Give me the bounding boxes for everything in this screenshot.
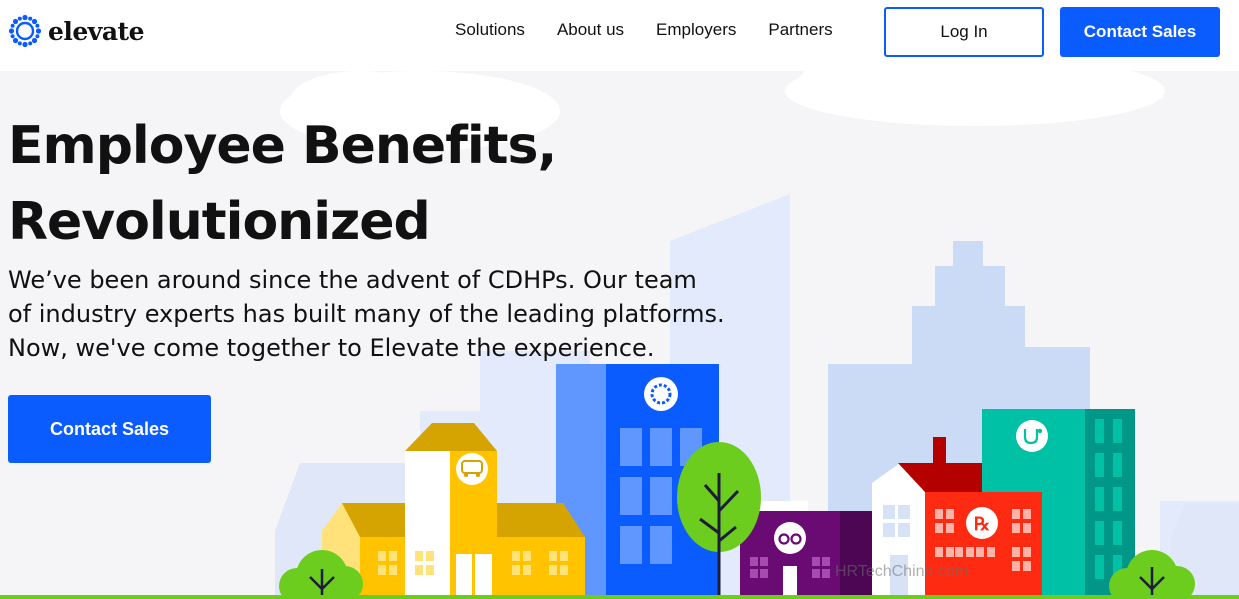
hero-title: Employee Benefits, Revolutionized (8, 108, 557, 260)
top-navbar: elevate Solutions About us Employers Par… (0, 0, 1239, 71)
contact-sales-hero-button[interactable]: Contact Sales (8, 395, 211, 463)
rx-icon: ℞ (974, 514, 990, 534)
hero-description: We’ve been around since the advent of CD… (8, 263, 748, 365)
nav-employers[interactable]: Employers (656, 20, 736, 40)
nav-about-us[interactable]: About us (557, 20, 624, 40)
nav-solutions[interactable]: Solutions (455, 20, 525, 40)
nav-partners[interactable]: Partners (768, 20, 832, 40)
brand-logo[interactable]: elevate (8, 14, 145, 48)
hero-description-line-1: We’ve been around since the advent of CD… (8, 266, 697, 294)
main-nav: Solutions About us Employers Partners (455, 20, 865, 40)
hero-title-line-1: Employee Benefits, (8, 116, 557, 176)
contact-sales-nav-button[interactable]: Contact Sales (1060, 7, 1220, 57)
hero-description-line-2: of industry experts has built many of th… (8, 300, 725, 328)
hero-section: ℞ Employee Benefits, Revolutionized We’v… (0, 71, 1239, 599)
elevate-logo-icon (8, 14, 42, 48)
brand-name: elevate (48, 16, 145, 46)
hero-description-line-3: Now, we've come together to Elevate the … (8, 334, 655, 362)
watermark: HRTechChina.com (835, 563, 969, 580)
hero-title-line-2: Revolutionized (8, 192, 431, 252)
ground-line (0, 595, 1239, 599)
purple-optician (740, 501, 872, 599)
login-button[interactable]: Log In (884, 7, 1044, 57)
